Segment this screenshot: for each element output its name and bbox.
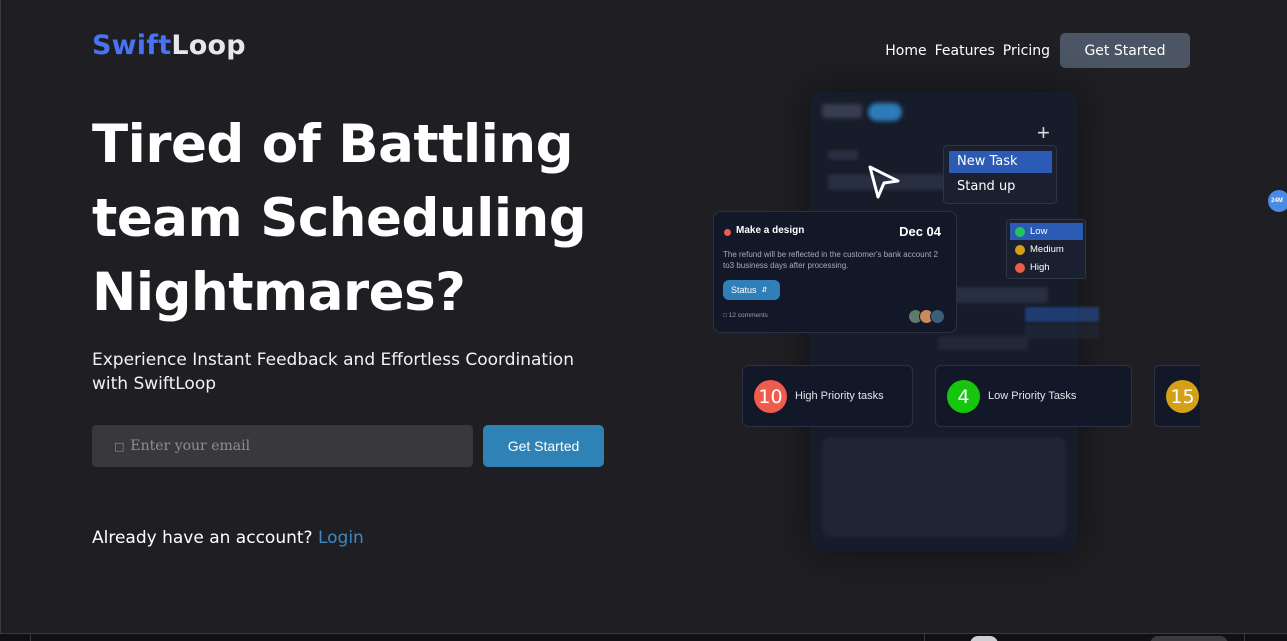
side-floating-badge[interactable]: 24M — [1268, 190, 1287, 212]
stat-card-high-priority: 10 High Priority tasks — [742, 365, 913, 427]
hero-subtitle: Experience Instant Feedback and Effortle… — [92, 350, 574, 394]
stat-value: 10 — [754, 380, 787, 413]
email-input[interactable]: □ Enter your email — [92, 425, 473, 467]
blurred-menu — [1025, 307, 1099, 339]
stat-value: 4 — [947, 380, 980, 413]
email-placeholder: Enter your email — [130, 438, 251, 454]
blurred-row — [828, 150, 858, 160]
divider — [1244, 634, 1245, 641]
priority-dropdown: Low Medium High — [1006, 219, 1086, 279]
blurred-panel-title — [822, 104, 862, 118]
task-title: Make a design — [736, 225, 805, 236]
hero-get-started-button[interactable]: Get Started — [483, 425, 604, 467]
brand-logo-swift: Swift — [92, 30, 172, 61]
add-menu-dropdown: New Task Stand up — [943, 145, 1057, 204]
login-prompt: Already have an account? Login — [92, 528, 364, 548]
avatar — [970, 636, 998, 641]
priority-dot-icon — [724, 229, 731, 236]
divider — [30, 634, 31, 641]
menu-item-stand-up: Stand up — [957, 179, 1016, 194]
bottom-button — [1150, 636, 1228, 641]
menu-item-new-task: New Task — [949, 151, 1052, 173]
blurred-task-card — [822, 437, 1066, 537]
task-description: The refund will be reflected in the cust… — [723, 250, 938, 270]
task-card: Make a design Dec 04 The refund will be … — [713, 211, 957, 333]
task-status-label: Status — [731, 285, 757, 295]
priority-label: Medium — [1030, 244, 1064, 255]
task-avatars — [908, 309, 945, 324]
brand-logo-loop: Loop — [171, 30, 246, 61]
priority-low-dot-icon — [1015, 226, 1025, 237]
blurred-row — [938, 336, 1028, 350]
stat-card-low-priority: 4 Low Priority Tasks — [935, 365, 1132, 427]
task-comments: □ 12 comments — [723, 312, 768, 319]
stat-card-medium-priority: 15 — [1154, 365, 1200, 427]
login-prompt-text: Already have an account? — [92, 528, 313, 548]
stat-label: Low Priority Tasks — [988, 390, 1077, 402]
task-date: Dec 04 — [899, 224, 941, 239]
blurred-count-pill — [868, 103, 902, 121]
priority-medium-dot-icon — [1015, 244, 1025, 255]
hero-title-line-2: team Scheduling — [92, 188, 587, 249]
hero-title-line-3: Nightmares? — [92, 262, 466, 323]
bottom-strip — [0, 633, 1287, 641]
cursor-arrow-icon — [868, 165, 900, 199]
nav-home-link[interactable]: Home — [885, 43, 926, 59]
task-comments-label: 12 comments — [728, 312, 768, 319]
login-link[interactable]: Login — [318, 528, 364, 548]
stat-label: High Priority tasks — [795, 390, 884, 402]
chevron-updown-icon: ⇵ — [761, 287, 768, 294]
nav-get-started-button[interactable]: Get Started — [1060, 33, 1190, 68]
hero-title-line-1: Tired of Battling — [92, 114, 574, 175]
stat-value: 15 — [1166, 380, 1199, 413]
nav-pricing-link[interactable]: Pricing — [1003, 43, 1050, 59]
priority-item-medium: Medium — [1010, 241, 1083, 258]
priority-item-low: Low — [1010, 223, 1083, 240]
priority-item-high: High — [1010, 259, 1083, 276]
avatar — [930, 309, 945, 324]
priority-label: Low — [1030, 226, 1048, 237]
plus-icon: + — [1037, 120, 1050, 145]
priority-label: High — [1030, 262, 1050, 273]
divider — [924, 634, 925, 641]
hero-title: Tired of Battling team Scheduling Nightm… — [92, 108, 612, 330]
comment-icon: □ — [723, 312, 727, 319]
envelope-icon: □ — [114, 439, 125, 453]
task-status-badge: Status ⇵ — [723, 280, 780, 300]
brand-logo[interactable]: SwiftLoop — [92, 30, 246, 61]
priority-high-dot-icon — [1015, 262, 1025, 273]
nav-features-link[interactable]: Features — [935, 43, 995, 59]
top-nav: Home Features Pricing Get Started — [885, 33, 1190, 68]
